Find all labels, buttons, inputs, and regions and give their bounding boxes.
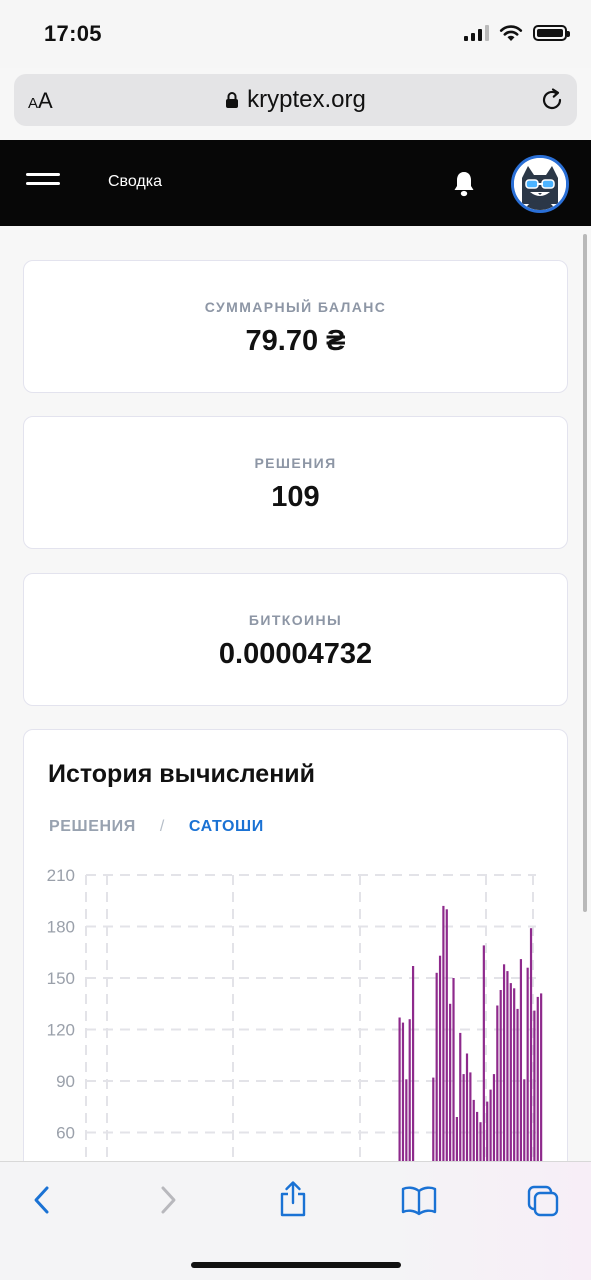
y-tick-label: 150: [47, 969, 75, 988]
tab-satoshi[interactable]: САТОШИ: [189, 818, 264, 836]
avatar-cat: [514, 158, 566, 210]
history-title: История вычислений: [48, 760, 316, 788]
forward-icon[interactable]: [156, 1184, 180, 1216]
tab-solutions[interactable]: РЕШЕНИЯ: [49, 818, 136, 836]
lock-icon: [226, 92, 239, 108]
app-header: Сводка: [0, 140, 591, 226]
menu-icon[interactable]: [26, 173, 60, 193]
home-indicator: [191, 1262, 401, 1268]
bookmarks-icon[interactable]: [400, 1184, 438, 1216]
avatar[interactable]: [511, 155, 569, 213]
share-icon[interactable]: [278, 1180, 308, 1218]
balance-value: 79.70 ₴: [245, 325, 346, 357]
tabs-icon[interactable]: [526, 1184, 560, 1218]
status-time: 17:05: [44, 21, 102, 46]
wifi-icon: [499, 25, 523, 41]
signal-icon: [464, 25, 489, 41]
bitcoins-value: 0.00004732: [218, 638, 373, 670]
reload-icon[interactable]: [539, 87, 565, 113]
page-scrollbar[interactable]: [583, 234, 587, 912]
balance-label: СУММАРНЫЙ БАЛАНС: [204, 299, 387, 315]
solutions-card: РЕШЕНИЯ 109: [23, 416, 568, 549]
battery-icon: [533, 25, 570, 41]
url-display[interactable]: kryptex.org: [14, 86, 577, 114]
history-tabs: РЕШЕНИЯ / САТОШИ: [49, 818, 264, 836]
y-tick-label: 180: [47, 918, 75, 937]
address-bar[interactable]: AA kryptex.org: [14, 74, 577, 126]
back-icon[interactable]: [30, 1184, 54, 1216]
y-tick-label: 60: [56, 1124, 75, 1143]
bell-icon[interactable]: [452, 170, 476, 198]
tab-separator: /: [159, 818, 165, 835]
bitcoins-card: БИТКОИНЫ 0.00004732: [23, 573, 568, 706]
page-title: Сводка: [108, 173, 163, 190]
y-tick-label: 120: [47, 1021, 75, 1040]
solutions-label: РЕШЕНИЯ: [254, 455, 337, 471]
y-tick-label: 210: [47, 866, 75, 885]
solutions-value: 109: [271, 481, 320, 513]
y-tick-label: 90: [56, 1072, 75, 1091]
bitcoins-label: БИТКОИНЫ: [248, 612, 343, 628]
balance-card: СУММАРНЫЙ БАЛАНС 79.70 ₴: [23, 260, 568, 393]
status-icons: [464, 24, 570, 42]
status-bar: 17:05: [0, 0, 591, 68]
url-text: kryptex.org: [247, 86, 366, 113]
